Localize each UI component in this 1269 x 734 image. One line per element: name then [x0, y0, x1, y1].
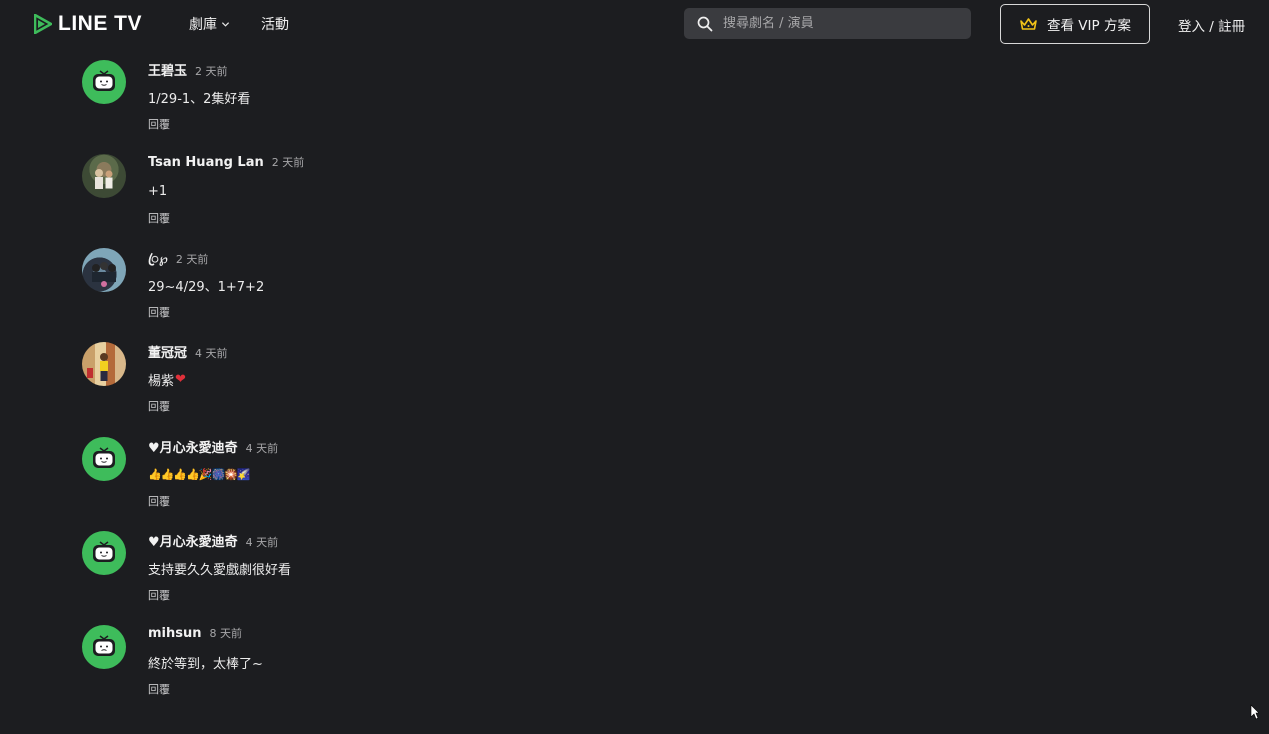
search-box[interactable] [684, 8, 971, 39]
comment-text: +1 [148, 183, 168, 199]
login-register-link[interactable]: 登入 / 註冊 [1178, 15, 1245, 35]
user-photo-icon [92, 262, 116, 287]
comment-time: 2 天前 [271, 156, 305, 169]
line-tv-mascot-icon [93, 541, 115, 562]
comment-author[interactable]: ꦿ℘ [148, 248, 168, 275]
comment-text: 👍👍👍👍🎉🎆🎇🌠 [148, 464, 278, 484]
nav-drama-library[interactable]: 劇庫 [189, 14, 230, 34]
comment-author[interactable]: mihsun [148, 626, 202, 641]
search-icon [697, 16, 713, 31]
reply-button[interactable]: 回覆 [148, 304, 264, 320]
nav-drama-label: 劇庫 [189, 17, 217, 33]
nav-events[interactable]: 活動 [261, 14, 289, 34]
avatar[interactable] [82, 248, 126, 292]
comment-time: 4 天前 [195, 347, 228, 360]
avatar[interactable] [82, 154, 126, 198]
comment-text-body: 楊紫 [148, 373, 175, 389]
comment-item: ♥月心永愛迪奇 4 天前 支持要久久愛戲劇很好看 回覆 [82, 531, 782, 625]
avatar[interactable] [82, 342, 126, 386]
reply-button[interactable]: 回覆 [148, 493, 278, 509]
comment-item: Tsan Huang Lan 2 天前 +1 回覆 [82, 154, 782, 248]
search-input[interactable] [723, 16, 953, 31]
comment-author[interactable]: ♥月心永愛迪奇 [148, 437, 238, 456]
top-navigation-bar: LINE TV 劇庫 活動 查看 VIP 方案 登入 / 註冊 [0, 0, 1269, 48]
vip-plan-label: 查看 VIP 方案 [1047, 18, 1131, 34]
nav-events-label: 活動 [261, 17, 289, 33]
crown-icon [1020, 17, 1037, 30]
comment-author[interactable]: ♥月心永愛迪奇 [148, 531, 238, 550]
comment-item: mihsun 8 天前 終於等到，太棒了~ 回覆 [82, 625, 782, 719]
reply-button[interactable]: 回覆 [148, 681, 263, 697]
brand-name: LINE TV [58, 12, 143, 35]
avatar[interactable] [82, 437, 126, 481]
comment-time: 4 天前 [245, 536, 279, 549]
comment-time: 4 天前 [245, 442, 279, 455]
heart-emoji: ❤ [175, 371, 186, 387]
comment-time: 2 天前 [175, 253, 209, 266]
vip-plan-button[interactable]: 查看 VIP 方案 [1000, 4, 1150, 44]
comment-author[interactable]: 董冠冠 [148, 342, 187, 361]
user-photo-icon [87, 353, 108, 381]
comment-text: 楊紫 ❤ [148, 369, 228, 389]
reply-button[interactable]: 回覆 [148, 587, 291, 603]
comment-time: 8 天前 [209, 627, 243, 640]
avatar[interactable] [82, 625, 126, 669]
cursor-icon [1250, 704, 1259, 720]
comment-text: 1/29-1、2集好看 [148, 91, 251, 107]
comment-item: 董冠冠 4 天前 楊紫 ❤ 回覆 [82, 342, 782, 436]
reply-button[interactable]: 回覆 [148, 398, 228, 414]
play-icon [34, 14, 52, 34]
comment-author[interactable]: Tsan Huang Lan [148, 155, 264, 170]
line-tv-mascot-icon [93, 447, 115, 468]
chevron-down-icon [221, 22, 230, 27]
comment-text: 終於等到，太棒了~ [148, 656, 263, 672]
avatar[interactable] [82, 60, 126, 104]
comment-item: ♥月心永愛迪奇 4 天前 👍👍👍👍🎉🎆🎇🌠 回覆 [82, 437, 782, 531]
comment-author[interactable]: 王碧玉 [148, 60, 187, 79]
comment-item: 王碧玉 2 天前 1/29-1、2集好看 回覆 [82, 60, 782, 154]
comment-item: ꦿ℘ 2 天前 29~4/29、1+7+2 回覆 [82, 248, 782, 342]
avatar[interactable] [82, 531, 126, 575]
line-tv-mascot-icon [93, 635, 115, 656]
line-tv-mascot-icon [93, 70, 115, 91]
comment-text: 支持要久久愛戲劇很好看 [148, 562, 292, 578]
reply-button[interactable]: 回覆 [148, 116, 250, 132]
emoji-text: 👍👍👍👍🎉🎆🎇🌠 [148, 467, 251, 481]
comment-text: 29~4/29、1+7+2 [148, 279, 265, 295]
reply-button[interactable]: 回覆 [148, 210, 304, 226]
line-tv-logo[interactable]: LINE TV [34, 11, 142, 37]
user-photo-icon [95, 169, 113, 189]
comment-time: 2 天前 [195, 65, 228, 78]
